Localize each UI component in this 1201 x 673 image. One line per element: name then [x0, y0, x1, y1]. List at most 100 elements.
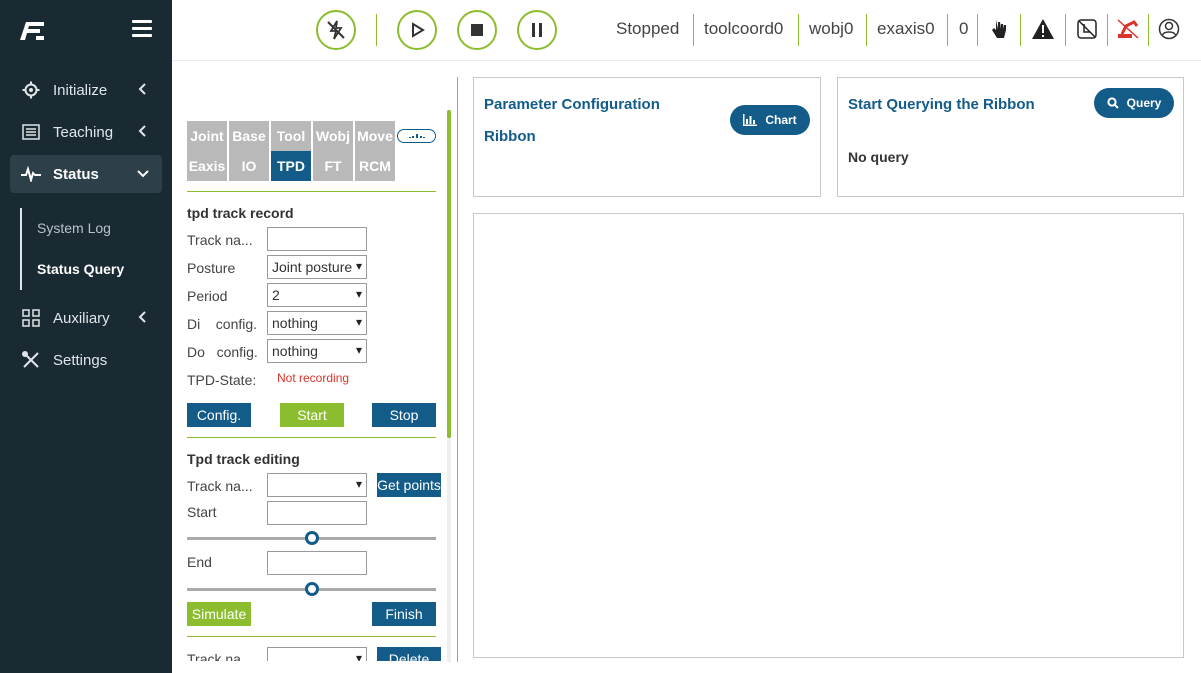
stop-record-button[interactable]: Stop [372, 403, 436, 427]
ribbon-chart-area [473, 213, 1184, 658]
submenu-item-status-query[interactable]: Status Query [37, 261, 124, 277]
divider [187, 636, 436, 637]
pause-button[interactable] [517, 10, 557, 50]
sidebar: Initialize Teaching Status System Log St… [0, 0, 172, 673]
tab-tool[interactable]: Tool [271, 121, 311, 151]
pulse-icon [20, 163, 42, 185]
delete-track-name-label: Track na... [187, 651, 253, 661]
query-card-title: Start Querying the Ribbon [848, 96, 1035, 113]
warning-icon[interactable] [1031, 17, 1055, 41]
robot-arm-icon[interactable] [1116, 17, 1140, 41]
expand-toggle[interactable] [397, 129, 436, 143]
parameter-config-card: Parameter Configuration Ribbon Chart [473, 77, 821, 197]
clipped-row: Track na... Delete [180, 645, 450, 661]
bar-chart-icon [743, 114, 758, 126]
divider [187, 437, 436, 438]
play-icon [412, 22, 425, 38]
chevron-left-icon [136, 124, 150, 138]
period-select[interactable]: 2 [267, 283, 367, 307]
chevron-left-icon [136, 310, 150, 324]
sidebar-item-auxiliary[interactable]: Auxiliary [10, 299, 162, 337]
param-card-title-line2: Ribbon [484, 128, 536, 145]
do-config-select[interactable]: nothing [267, 339, 367, 363]
start-point-label: Start [187, 504, 217, 520]
separator [798, 14, 799, 46]
sidebar-item-label: Settings [53, 351, 108, 369]
collision-off-icon[interactable] [1075, 17, 1099, 41]
sidebar-item-settings[interactable]: Settings [10, 341, 162, 379]
status-submenu: System Log Status Query [20, 208, 160, 290]
start-slider-handle[interactable] [304, 531, 319, 545]
tab-eaxis[interactable]: Eaxis [187, 151, 227, 181]
tab-ft[interactable]: FT [313, 151, 353, 181]
search-icon [1107, 97, 1119, 109]
get-points-button[interactable]: Get points [377, 473, 441, 497]
separator [866, 14, 867, 46]
divider [187, 191, 436, 192]
panel-divider [457, 77, 458, 662]
simulate-button[interactable]: Simulate [187, 602, 251, 626]
separator [977, 14, 978, 46]
separator [693, 14, 694, 46]
tab-joint[interactable]: Joint [187, 121, 227, 151]
separator [947, 14, 948, 46]
tab-rcm[interactable]: RCM [355, 151, 395, 181]
enable-toggle-button[interactable] [316, 10, 356, 50]
power-off-icon [327, 20, 345, 40]
separator [376, 14, 377, 46]
start-record-button[interactable]: Start [280, 403, 344, 427]
delete-button[interactable]: Delete [377, 647, 441, 661]
tab-tpd[interactable]: TPD [271, 151, 311, 181]
hand-drag-icon[interactable] [987, 17, 1011, 41]
tab-move[interactable]: Move [355, 121, 395, 151]
brand-logo [18, 18, 48, 42]
tab-wobj[interactable]: Wobj [313, 121, 353, 151]
query-ribbon-card: Start Querying the Ribbon Query No query [837, 77, 1184, 197]
query-button[interactable]: Query [1094, 88, 1174, 118]
menu-toggle-icon[interactable] [132, 20, 152, 38]
workobject[interactable]: wobj0 [809, 19, 853, 39]
list-icon [20, 121, 42, 143]
user-icon[interactable] [1157, 17, 1181, 41]
chart-button[interactable]: Chart [730, 105, 810, 135]
config-button[interactable]: Config. [187, 403, 251, 427]
query-button-label: Query [1126, 96, 1162, 110]
chart-button-label: Chart [765, 113, 797, 127]
delete-track-name-select[interactable] [267, 647, 367, 661]
tool-coord[interactable]: toolcoord0 [704, 19, 783, 39]
stop-button[interactable] [457, 10, 497, 50]
separator [1148, 14, 1149, 46]
editing-section-title: Tpd track editing [187, 451, 300, 467]
left-panel-scrollbar-thumb[interactable] [447, 110, 451, 438]
track-name-input[interactable] [267, 227, 367, 251]
track-name-label: Track na... [187, 232, 253, 248]
sidebar-item-label: Initialize [53, 81, 108, 99]
sidebar-item-label: Auxiliary [53, 309, 110, 327]
robot-state: Stopped [616, 19, 680, 38]
posture-label: Posture [187, 260, 236, 276]
start-point-input[interactable] [267, 501, 367, 525]
chevron-down-icon [136, 166, 150, 180]
external-axis[interactable]: exaxis0 [877, 19, 935, 39]
tab-io[interactable]: IO [229, 151, 269, 181]
di-config-select[interactable]: nothing [267, 311, 367, 335]
sidebar-item-status[interactable]: Status [10, 155, 162, 193]
period-label: Period [187, 288, 228, 304]
counter: 0 [959, 19, 969, 38]
end-slider-handle[interactable] [304, 582, 319, 596]
edit-track-name-select[interactable] [267, 473, 367, 497]
submenu-item-system-log[interactable]: System Log [37, 220, 111, 236]
do-config-label: Do config. [187, 344, 258, 360]
top-bar: Stopped toolcoord0 wobj0 exaxis0 0 [172, 0, 1201, 61]
tab-base[interactable]: Base [229, 121, 269, 151]
sidebar-item-initialize[interactable]: Initialize [10, 71, 162, 109]
sidebar-item-label: Status [53, 165, 99, 183]
sidebar-item-teaching[interactable]: Teaching [10, 113, 162, 151]
separator [1065, 14, 1066, 46]
end-point-input[interactable] [267, 551, 367, 575]
posture-select[interactable]: Joint posture [267, 255, 367, 279]
play-button[interactable] [397, 10, 437, 50]
tpd-state-label: TPD-State: [187, 372, 257, 388]
finish-button[interactable]: Finish [372, 602, 436, 626]
stop-icon [471, 24, 483, 36]
